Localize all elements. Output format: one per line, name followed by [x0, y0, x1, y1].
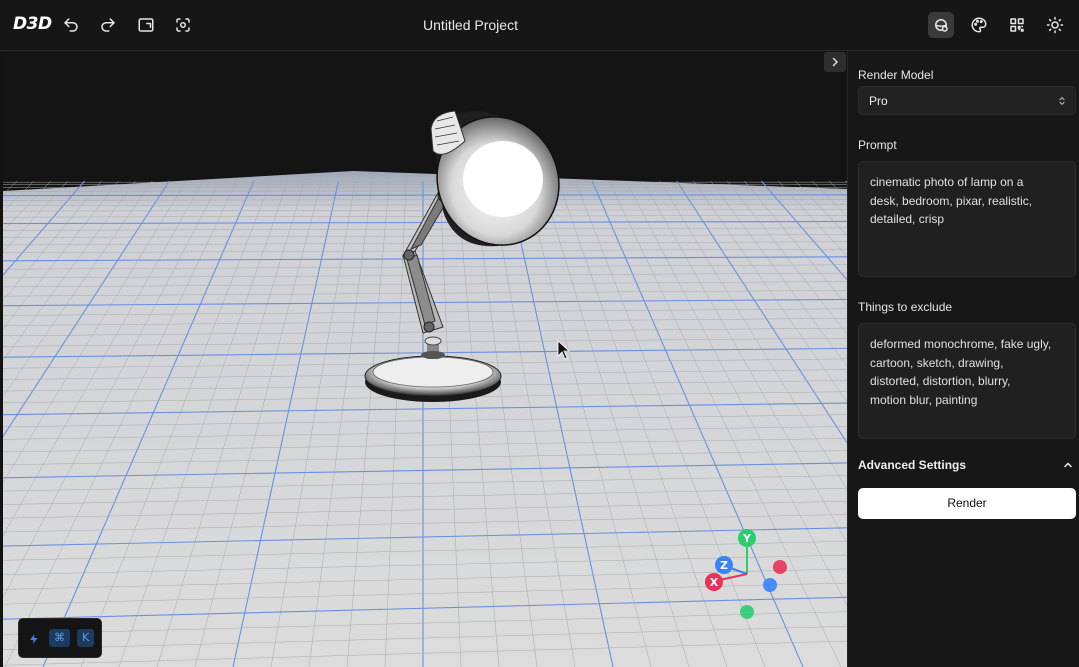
scene-canvas[interactable]: Y Z X: [3, 51, 847, 667]
shortcut-key-k: K: [77, 629, 95, 647]
bolt-icon: [30, 634, 38, 644]
exclude-line: cartoon, sketch, drawing,: [870, 355, 1004, 370]
render-button[interactable]: Render: [858, 488, 1076, 519]
top-bar: D3D Untitled Project: [0, 0, 1079, 51]
chevron-up-down-icon: [1059, 96, 1065, 106]
render-model-label: Render Model: [858, 68, 934, 82]
palette-icon: [971, 17, 987, 33]
prompt-line: detailed, crisp: [870, 212, 945, 226]
render-model-value: Pro: [869, 94, 888, 108]
exclude-line: deformed monochrome, fake ugly,: [870, 337, 1052, 351]
exclude-label: Things to exclude: [858, 300, 953, 314]
render-view-icon: [935, 19, 948, 32]
prompt-line: desk, bedroom, pixar, realistic,: [870, 193, 1033, 208]
render-settings-panel: Render Model Pro Prompt cinematic photo …: [847, 51, 1079, 667]
command-shortcut-hint[interactable]: ⌘ K: [18, 618, 102, 658]
chevron-right-icon: [832, 57, 839, 67]
shortcut-key-cmd: ⌘: [49, 629, 70, 647]
palette-button[interactable]: [966, 12, 992, 38]
prompt-textarea[interactable]: cinematic photo of lamp on a desk, bedro…: [858, 161, 1076, 277]
prompt-line: cinematic photo of lamp on a: [870, 175, 1024, 189]
gizmo-z-label: Z: [720, 559, 728, 572]
negative-prompt-textarea[interactable]: deformed monochrome, fake ugly, cartoon,…: [858, 323, 1076, 439]
render-model-select[interactable]: Pro: [858, 86, 1076, 115]
theme-button[interactable]: [1042, 12, 1068, 38]
exclude-line: motion blur, painting: [870, 392, 978, 407]
project-title[interactable]: Untitled Project: [0, 17, 941, 33]
layout-icon: [1010, 18, 1024, 32]
render-view-button[interactable]: [928, 12, 954, 38]
3d-viewport[interactable]: Y Z X: [3, 51, 847, 667]
prompt-label: Prompt: [858, 138, 897, 152]
gizmo-x-label: X: [710, 576, 719, 589]
chevron-up-icon[interactable]: [1062, 459, 1074, 471]
advanced-settings-toggle[interactable]: Advanced Settings: [858, 458, 966, 472]
collapse-panel-button[interactable]: [824, 52, 846, 72]
layout-button[interactable]: [1004, 12, 1030, 38]
exclude-line: distorted, distortion, blurry,: [870, 374, 1011, 388]
sun-icon: [1046, 16, 1064, 34]
gizmo-y-label: Y: [742, 532, 752, 545]
floor-plane: [3, 171, 847, 667]
